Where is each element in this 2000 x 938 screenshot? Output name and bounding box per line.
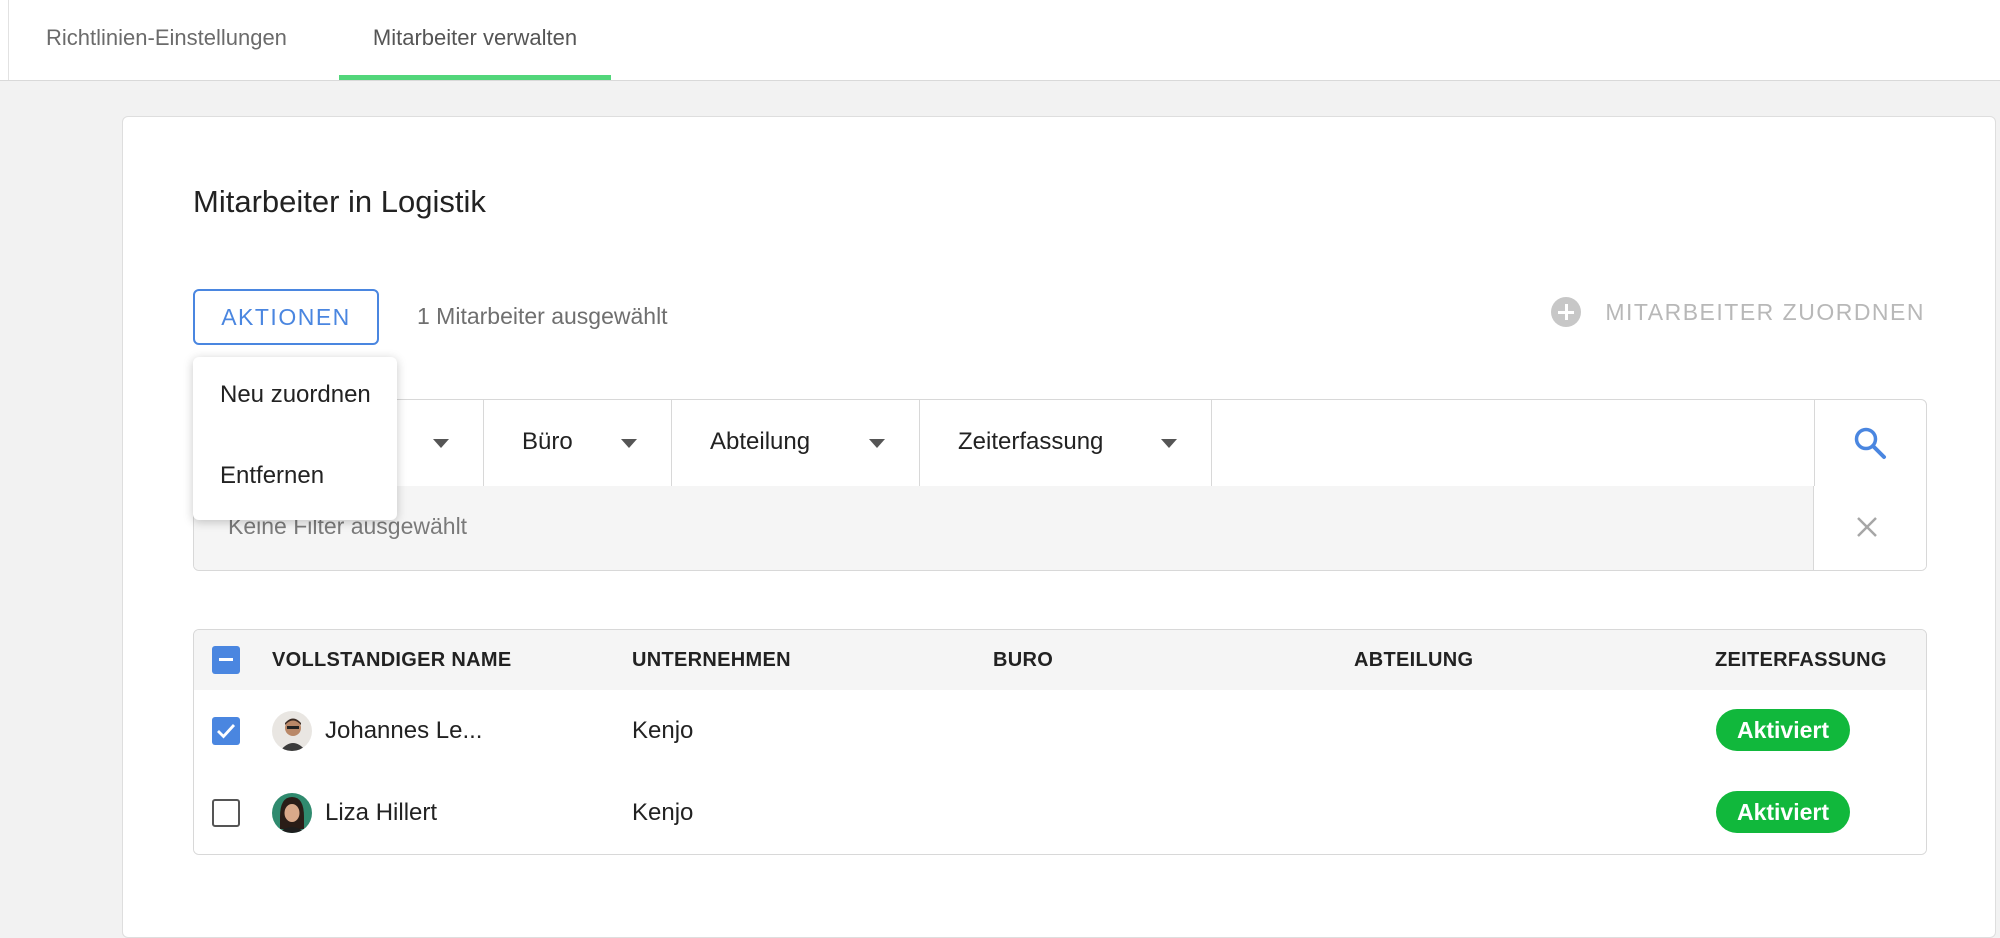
assign-employees-button[interactable]: MITARBEITER ZUORDNEN bbox=[1551, 297, 1925, 327]
clear-filters-button[interactable] bbox=[1813, 486, 1926, 570]
actions-menu: Neu zuordnen Entfernen bbox=[193, 357, 397, 520]
status-badge: Aktiviert bbox=[1716, 791, 1850, 833]
page-title: Mitarbeiter in Logistik bbox=[193, 184, 486, 219]
row-checkbox[interactable] bbox=[212, 717, 240, 745]
table-header: VOLLSTANDIGER NAME UNTERNEHMEN BURO ABTE… bbox=[194, 630, 1926, 691]
caret-down-icon bbox=[869, 439, 885, 448]
employees-card: Mitarbeiter in Logistik AKTIONEN 1 Mitar… bbox=[122, 116, 1996, 938]
top-tab-bar: Richtlinien-Einstellungen Mitarbeiter ve… bbox=[0, 0, 2000, 81]
employees-table: VOLLSTANDIGER NAME UNTERNEHMEN BURO ABTE… bbox=[193, 629, 1927, 855]
column-header-company[interactable]: UNTERNEHMEN bbox=[632, 649, 791, 672]
select-all-checkbox[interactable] bbox=[212, 646, 240, 674]
caret-down-icon bbox=[621, 439, 637, 448]
close-icon bbox=[1857, 517, 1877, 537]
table-row[interactable]: Liza Hillert Kenjo Aktiviert bbox=[194, 772, 1926, 854]
employee-company: Kenjo bbox=[632, 717, 694, 744]
checkmark-icon bbox=[217, 724, 236, 739]
divider bbox=[8, 0, 9, 80]
tab-manage-employees[interactable]: Mitarbeiter verwalten bbox=[339, 0, 611, 80]
row-checkbox[interactable] bbox=[212, 799, 240, 827]
status-badge: Aktiviert bbox=[1716, 709, 1850, 751]
filter-dropdown-department[interactable]: Abteilung bbox=[672, 400, 920, 486]
column-header-office[interactable]: BURO bbox=[993, 649, 1053, 672]
menu-item-remove[interactable]: Entfernen bbox=[220, 462, 324, 490]
employee-company: Kenjo bbox=[632, 799, 694, 826]
filter-label: Büro bbox=[522, 428, 573, 455]
plus-circle-icon bbox=[1551, 297, 1582, 327]
filter-label: Abteilung bbox=[710, 428, 811, 455]
menu-item-reassign[interactable]: Neu zuordnen bbox=[220, 381, 371, 409]
employee-name[interactable]: Johannes Le... bbox=[325, 717, 482, 745]
filter-dropdown-time-tracking[interactable]: Zeiterfassung bbox=[920, 400, 1212, 486]
search-button[interactable] bbox=[1815, 400, 1926, 486]
tab-policy-settings[interactable]: Richtlinien-Einstellungen bbox=[46, 0, 316, 80]
filter-dropdown-office[interactable]: Büro bbox=[484, 400, 672, 486]
filter-bar: Büro Abteilung Zeiterfassung Keine Filte… bbox=[193, 399, 1927, 571]
assign-employees-label: MITARBEITER ZUORDNEN bbox=[1605, 298, 1925, 325]
active-tab-indicator bbox=[339, 75, 611, 80]
filter-row: Büro Abteilung Zeiterfassung bbox=[194, 400, 1926, 487]
avatar bbox=[272, 793, 312, 833]
actions-button[interactable]: AKTIONEN bbox=[193, 289, 379, 345]
caret-down-icon bbox=[1161, 439, 1177, 448]
search-input[interactable] bbox=[1212, 400, 1815, 486]
column-header-department[interactable]: ABTEILUNG bbox=[1354, 649, 1473, 672]
table-row[interactable]: Johannes Le... Kenjo Aktiviert bbox=[194, 690, 1926, 773]
active-filters-row: Keine Filter ausgewählt bbox=[194, 486, 1926, 570]
column-header-name[interactable]: VOLLSTANDIGER NAME bbox=[272, 649, 511, 672]
filter-label: Zeiterfassung bbox=[958, 428, 1104, 455]
avatar bbox=[272, 711, 312, 751]
caret-down-icon bbox=[433, 439, 449, 448]
selected-count: 1 Mitarbeiter ausgewählt bbox=[417, 303, 668, 329]
employee-name[interactable]: Liza Hillert bbox=[325, 799, 437, 827]
search-icon bbox=[1854, 427, 1886, 459]
column-header-time-tracking[interactable]: ZEITERFASSUNG bbox=[1715, 649, 1887, 672]
tab-label: Mitarbeiter verwalten bbox=[372, 25, 578, 50]
